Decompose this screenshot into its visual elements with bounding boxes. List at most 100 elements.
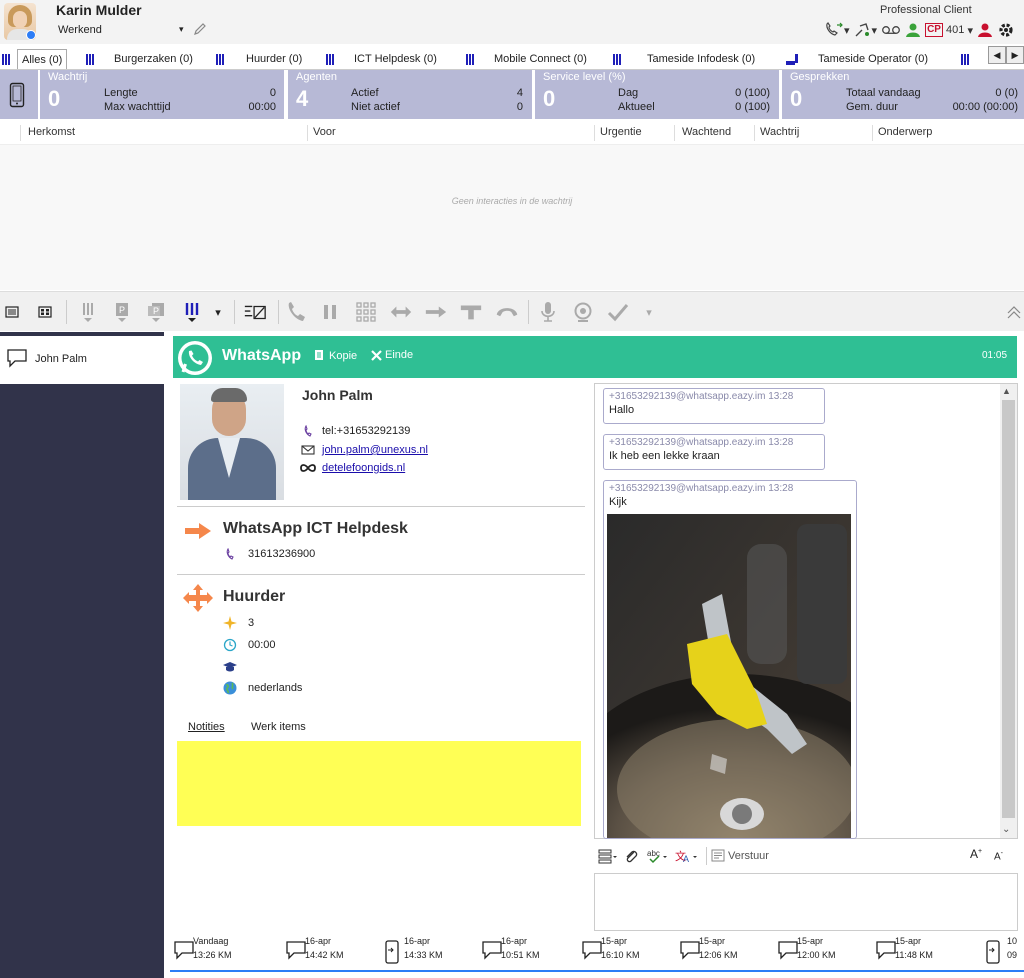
- dialpad-icon[interactable]: [354, 300, 378, 324]
- stat-value: 0: [543, 86, 556, 111]
- contact-email[interactable]: john.palm@unexus.nl: [300, 443, 428, 457]
- timeline-date: 15-apr: [797, 936, 824, 946]
- end-button[interactable]: Einde: [371, 349, 413, 361]
- tab-label: Tameside Operator (0): [818, 53, 929, 65]
- scroll-down-icon[interactable]: ⌄: [1002, 824, 1010, 835]
- stat-title: Wachtrij: [48, 71, 88, 83]
- tab-ict-helpdesk[interactable]: ICT Helpdesk (0): [326, 49, 437, 69]
- contact-phone-text: tel:+31653292139: [322, 425, 411, 437]
- template-icon[interactable]: [598, 848, 618, 867]
- queue-empty-message: Geen interacties in de wachtrij: [451, 196, 573, 206]
- chat-message: +31653292139@whatsapp.eazy.im 13:28 Hall…: [603, 388, 825, 424]
- font-increase-icon[interactable]: A+: [970, 847, 982, 861]
- queue-down-icon[interactable]: [76, 300, 100, 324]
- timeline-date: Vandaag: [193, 936, 229, 946]
- hangup-icon[interactable]: [495, 300, 519, 324]
- transfer-arrow-icon[interactable]: [424, 300, 448, 324]
- copy-icon: [315, 350, 323, 360]
- message-image[interactable]: [607, 514, 851, 838]
- call-icon[interactable]: [284, 300, 308, 324]
- copy-button[interactable]: Kopie: [314, 349, 357, 362]
- stat-number: 4: [516, 87, 523, 99]
- column-voor[interactable]: Voor: [313, 126, 336, 138]
- voicemail-icon[interactable]: [881, 21, 901, 39]
- agent-status[interactable]: Werkend: [58, 24, 102, 36]
- tab-label: Burgerzaken (0): [114, 53, 193, 65]
- stat-wachtrij: Wachtrij 0 Lengte Max wachttijd 0 00:00: [40, 70, 284, 119]
- microphone-icon[interactable]: [536, 300, 560, 324]
- webcam-icon[interactable]: [571, 300, 595, 324]
- wrapup-list-icon[interactable]: [243, 300, 267, 324]
- transfer-icon[interactable]: ▾: [854, 21, 877, 39]
- mobile-phone-icon: [9, 82, 25, 108]
- swap-icon[interactable]: [389, 300, 413, 324]
- pause-all-icon[interactable]: P: [144, 300, 168, 324]
- tab-mobile-connect[interactable]: Mobile Connect (0): [466, 49, 587, 69]
- timeline-date: 16-apr: [501, 936, 528, 946]
- pause-queue-icon[interactable]: P: [110, 300, 134, 324]
- notes-textarea[interactable]: [177, 741, 581, 826]
- complete-check-icon[interactable]: [606, 300, 630, 324]
- timeline-time: 13:26 KM: [193, 950, 232, 960]
- grid-view-icon[interactable]: [33, 300, 57, 324]
- tab-burgerzaken[interactable]: Burgerzaken (0): [86, 49, 193, 69]
- column-urgentie[interactable]: Urgentie: [600, 126, 642, 138]
- stat-label: Lengte: [104, 87, 138, 99]
- spellcheck-icon[interactable]: abc: [646, 848, 670, 867]
- queue-tab-more-marker: [961, 49, 975, 69]
- tab-tameside-operator[interactable]: Tameside Operator (0): [786, 49, 928, 69]
- compose-input[interactable]: [594, 873, 1018, 931]
- column-wachtend[interactable]: Wachtend: [682, 126, 731, 138]
- column-herkomst[interactable]: Herkomst: [28, 126, 75, 138]
- conference-icon[interactable]: [459, 300, 483, 324]
- divider: [177, 506, 585, 507]
- tab-scroll-right-icon[interactable]: ▶: [1006, 46, 1024, 64]
- status-dropdown-icon[interactable]: ▾: [179, 24, 184, 35]
- tab-notes[interactable]: Notities: [188, 721, 225, 733]
- mail-icon: [300, 443, 316, 457]
- tab-work-items[interactable]: Werk items: [251, 721, 306, 733]
- agent-red-icon[interactable]: [977, 21, 993, 39]
- stat-service-level: Service level (%) 0 Dag Aktueel 0 (100) …: [535, 70, 779, 119]
- close-icon: [371, 349, 382, 361]
- contact-phone[interactable]: tel:+31653292139: [300, 424, 410, 438]
- column-onderwerp[interactable]: Onderwerp: [878, 126, 932, 138]
- queue-select-dropdown-icon[interactable]: ▾: [209, 300, 227, 324]
- extension-number: 401: [946, 24, 965, 36]
- font-decrease-icon[interactable]: A-: [994, 850, 1003, 862]
- send-icon: [711, 849, 725, 862]
- tab-huurder[interactable]: Huurder (0): [216, 49, 302, 69]
- tab-alles[interactable]: Alles (0): [17, 49, 68, 69]
- message-meta: +31653292139@whatsapp.eazy.im 13:28: [609, 483, 794, 494]
- stat-number: 0 (100): [735, 101, 770, 113]
- timeline-date: 10: [1007, 936, 1018, 946]
- tab-scroll-left-icon[interactable]: ◀: [988, 46, 1006, 64]
- contact-website-link[interactable]: detelefoongids.nl: [322, 462, 405, 474]
- send-button[interactable]: Verstuur: [711, 849, 769, 862]
- agent-green-icon[interactable]: [905, 21, 921, 39]
- timeline-date: 16-apr: [404, 936, 431, 946]
- list-view-icon[interactable]: [0, 300, 24, 324]
- stat-number: 0 (100): [735, 87, 770, 99]
- translate-icon[interactable]: 文A: [674, 848, 700, 867]
- contact-link[interactable]: detelefoongids.nl: [300, 461, 405, 475]
- complete-dropdown-icon[interactable]: ▾: [637, 300, 661, 324]
- queue-select-icon[interactable]: [180, 300, 204, 324]
- column-wachtrij[interactable]: Wachtrij: [760, 126, 799, 138]
- chat-scroll-thumb[interactable]: [1002, 400, 1015, 818]
- scroll-up-icon[interactable]: ▲: [1002, 386, 1011, 396]
- message-text: Hallo: [609, 404, 635, 416]
- pencil-icon[interactable]: [193, 22, 207, 36]
- attachment-icon[interactable]: [624, 848, 638, 867]
- extension-selector[interactable]: CP 401 ▾: [925, 21, 973, 39]
- contact-email-link[interactable]: john.palm@unexus.nl: [322, 444, 428, 456]
- hold-icon[interactable]: [318, 300, 342, 324]
- collapse-up-icon[interactable]: [1002, 300, 1024, 324]
- phone-forward-icon[interactable]: ▾: [824, 21, 850, 39]
- stat-title: Agenten: [296, 71, 337, 83]
- tab-tameside-infodesk[interactable]: Tameside Infodesk (0): [613, 49, 755, 69]
- queue-language-text: nederlands: [248, 682, 303, 694]
- chat-message: +31653292139@whatsapp.eazy.im 13:28 Ik h…: [603, 434, 825, 470]
- gear-icon[interactable]: [997, 21, 1015, 39]
- stat-value: 0: [48, 86, 61, 111]
